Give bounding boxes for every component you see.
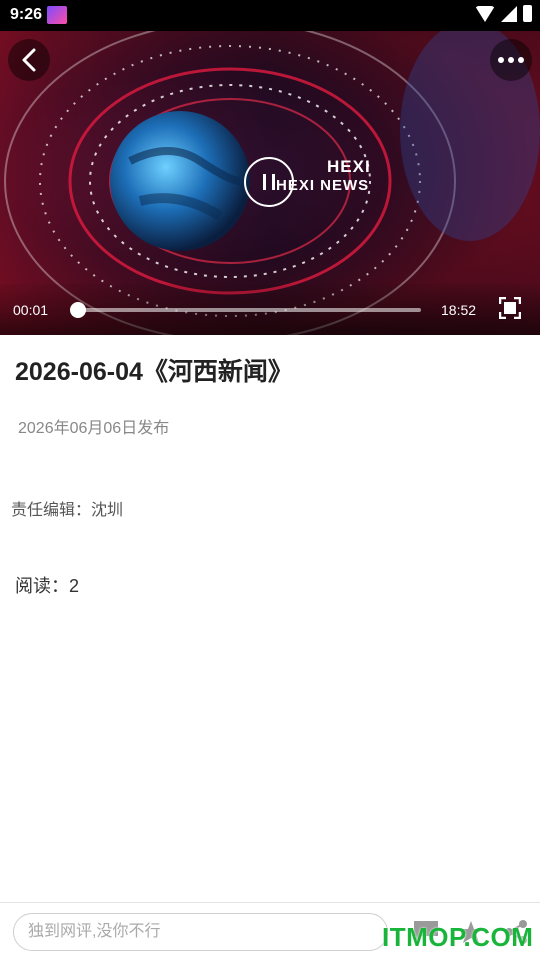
comment-input[interactable] <box>13 913 388 951</box>
publish-date: 2026年06月06日发布 <box>18 414 169 438</box>
wifi-icon <box>475 6 495 22</box>
read-count: 阅读：2 <box>15 572 79 598</box>
pause-icon <box>262 173 276 191</box>
back-button[interactable] <box>8 39 50 81</box>
current-time: 00:01 <box>13 302 48 318</box>
article-title: 2026-06-04《河西新闻》 <box>15 352 293 388</box>
chevron-left-icon <box>18 47 40 73</box>
battery-icon <box>523 5 532 22</box>
signal-icon <box>501 6 517 22</box>
status-icons <box>475 5 532 22</box>
more-button[interactable] <box>490 39 532 81</box>
video-player[interactable]: HEXI HEXI NEWS 00:01 18:52 <box>0 31 540 335</box>
total-time: 18:52 <box>441 302 476 318</box>
pause-button[interactable] <box>244 157 294 207</box>
app-notification-icon <box>47 6 67 24</box>
status-bar: 9:26 <box>0 0 540 31</box>
editor-credit: 责任编辑：沈圳 <box>11 496 123 520</box>
player-controls: 00:01 18:52 <box>0 284 540 335</box>
more-dots-icon <box>497 56 525 64</box>
fullscreen-icon[interactable] <box>499 297 521 319</box>
video-brand-line1: HEXI <box>327 157 371 177</box>
progress-bar[interactable] <box>75 308 421 312</box>
watermark-logo: ITMOP.COM <box>382 922 533 953</box>
progress-thumb[interactable] <box>70 302 86 318</box>
status-time: 9:26 <box>10 6 42 24</box>
